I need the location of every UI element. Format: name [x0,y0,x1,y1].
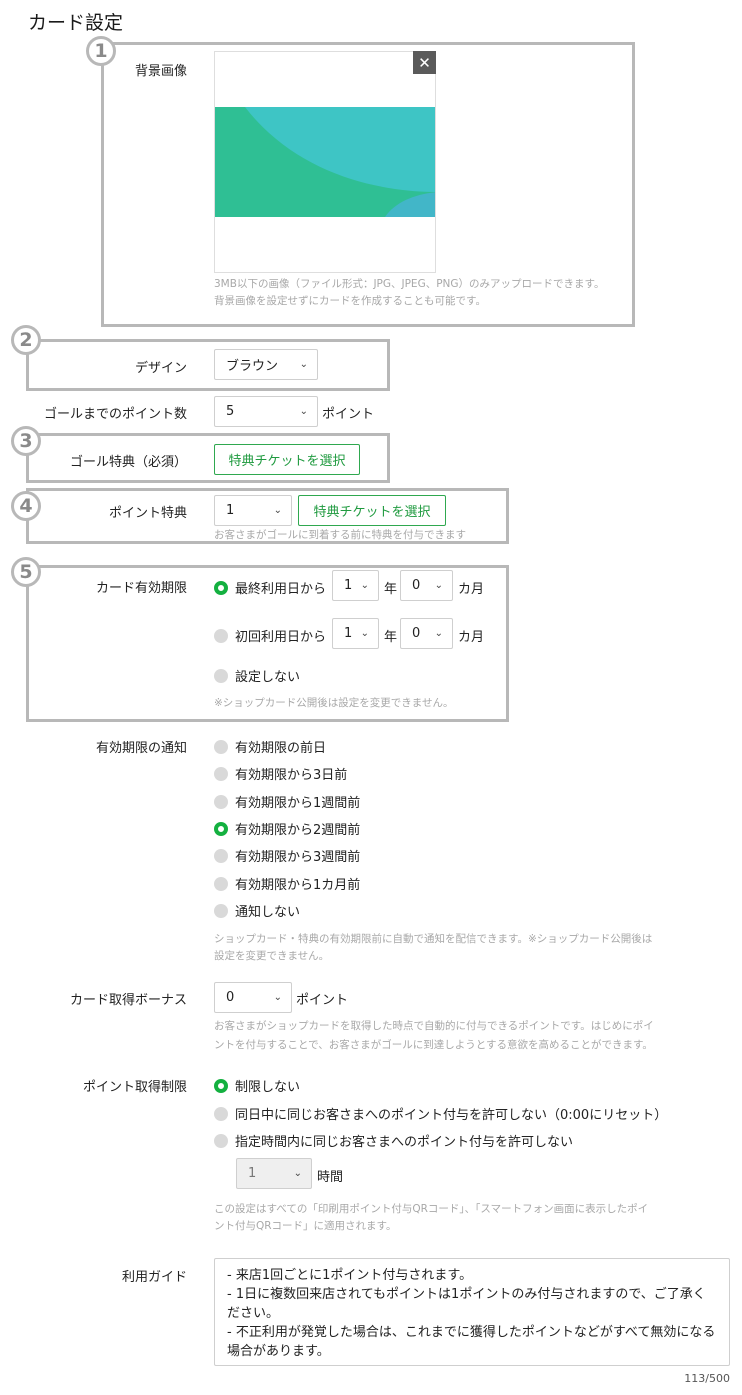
notice-option-label: 有効期限から3週間前 [235,850,361,865]
callout-frame-3 [26,433,390,483]
chevron-down-icon: ⌄ [299,406,308,417]
callout-number-4: 4 [11,491,41,521]
limit-option-label: 制限しない [235,1080,301,1095]
card-bonus-select[interactable]: 0 ⌄ [214,982,292,1013]
notice-option[interactable]: 有効期限から1カ月前 [214,874,360,893]
radio-unselected-icon [214,794,228,809]
notice-option[interactable]: 有効期限から3日前 [214,764,347,783]
limit-hours-unit: 時間 [317,1170,344,1185]
notice-option-label: 有効期限の前日 [235,741,327,756]
card-bonus-unit: ポイント [296,993,349,1008]
radio-selected-icon [214,821,228,836]
point-limit-label: ポイント取得制限 [82,1080,187,1095]
limit-option-time-window[interactable]: 指定時間内に同じお客さまへのポイント付与を許可しない [214,1131,573,1150]
notice-option[interactable]: 有効期限から1週間前 [214,792,360,811]
notice-option[interactable]: 有効期限の前日 [214,737,326,756]
point-limit-hint-2: ント付与QRコード」に適用されます。 [214,1220,397,1232]
callout-number-1: 1 [86,36,116,66]
notice-option-label: 有効期限から1週間前 [235,796,361,811]
callout-number-2: 2 [11,325,41,355]
notice-option[interactable]: 通知しない [214,901,300,920]
radio-selected-icon [214,1078,228,1093]
callout-frame-5 [26,565,509,722]
usage-guide-char-counter: 113/500 [684,1372,730,1385]
notice-option-label: 通知しない [235,905,301,920]
limit-hours-select[interactable]: 1 ⌄ [236,1158,312,1189]
notice-option-label: 有効期限から2週間前 [235,823,361,838]
expiry-notice-hint-2: 設定を変更できません。 [214,950,330,962]
card-bonus-label: カード取得ボーナス [69,993,187,1008]
page-title: カード設定 [28,12,124,34]
limit-option-none[interactable]: 制限しない [214,1076,300,1095]
radio-unselected-icon [214,739,228,754]
goal-points-value: 5 [226,404,235,419]
expiry-notice-label: 有効期限の通知 [95,741,187,756]
callout-number-3: 3 [11,426,41,456]
goal-points-unit: ポイント [322,407,375,422]
limit-option-label: 同日中に同じお客さまへのポイント付与を許可しない（0:00にリセット） [235,1108,668,1123]
usage-guide-textarea[interactable]: - 来店1回ごとに1ポイント付与されます。 - 1日に複数回来店されてもポイント… [214,1258,730,1366]
notice-option[interactable]: 有効期限から3週間前 [214,846,360,865]
radio-unselected-icon [214,848,228,863]
chevron-down-icon: ⌄ [273,992,282,1003]
notice-option-label: 有効期限から3日前 [235,768,348,783]
card-bonus-value: 0 [226,990,235,1005]
notice-option[interactable]: 有効期限から2週間前 [214,819,360,838]
notice-option-label: 有効期限から1カ月前 [235,878,361,893]
callout-frame-4 [26,488,509,544]
radio-unselected-icon [214,876,228,891]
card-bonus-hint-1: お客さまがショップカードを取得した時点で自動的に付与できるポイントです。はじめに… [214,1020,654,1032]
goal-points-select[interactable]: 5 ⌄ [214,396,318,427]
card-bonus-hint-2: ントを付与することで、お客さまがゴールに到達しようとする意欲を高めることができま… [214,1039,653,1051]
callout-frame-2 [26,339,390,391]
callout-frame-1 [101,42,635,327]
limit-option-label: 指定時間内に同じお客さまへのポイント付与を許可しない [235,1135,574,1150]
chevron-down-icon: ⌄ [293,1168,302,1179]
radio-unselected-icon [214,903,228,918]
usage-guide-label: 利用ガイド [121,1270,187,1285]
radio-unselected-icon [214,766,228,781]
callout-number-5: 5 [11,557,41,587]
goal-points-label: ゴールまでのポイント数 [43,407,187,422]
radio-unselected-icon [214,1106,228,1121]
limit-option-same-day[interactable]: 同日中に同じお客さまへのポイント付与を許可しない（0:00にリセット） [214,1104,667,1123]
limit-hours-value: 1 [248,1166,257,1181]
radio-unselected-icon [214,1133,228,1148]
